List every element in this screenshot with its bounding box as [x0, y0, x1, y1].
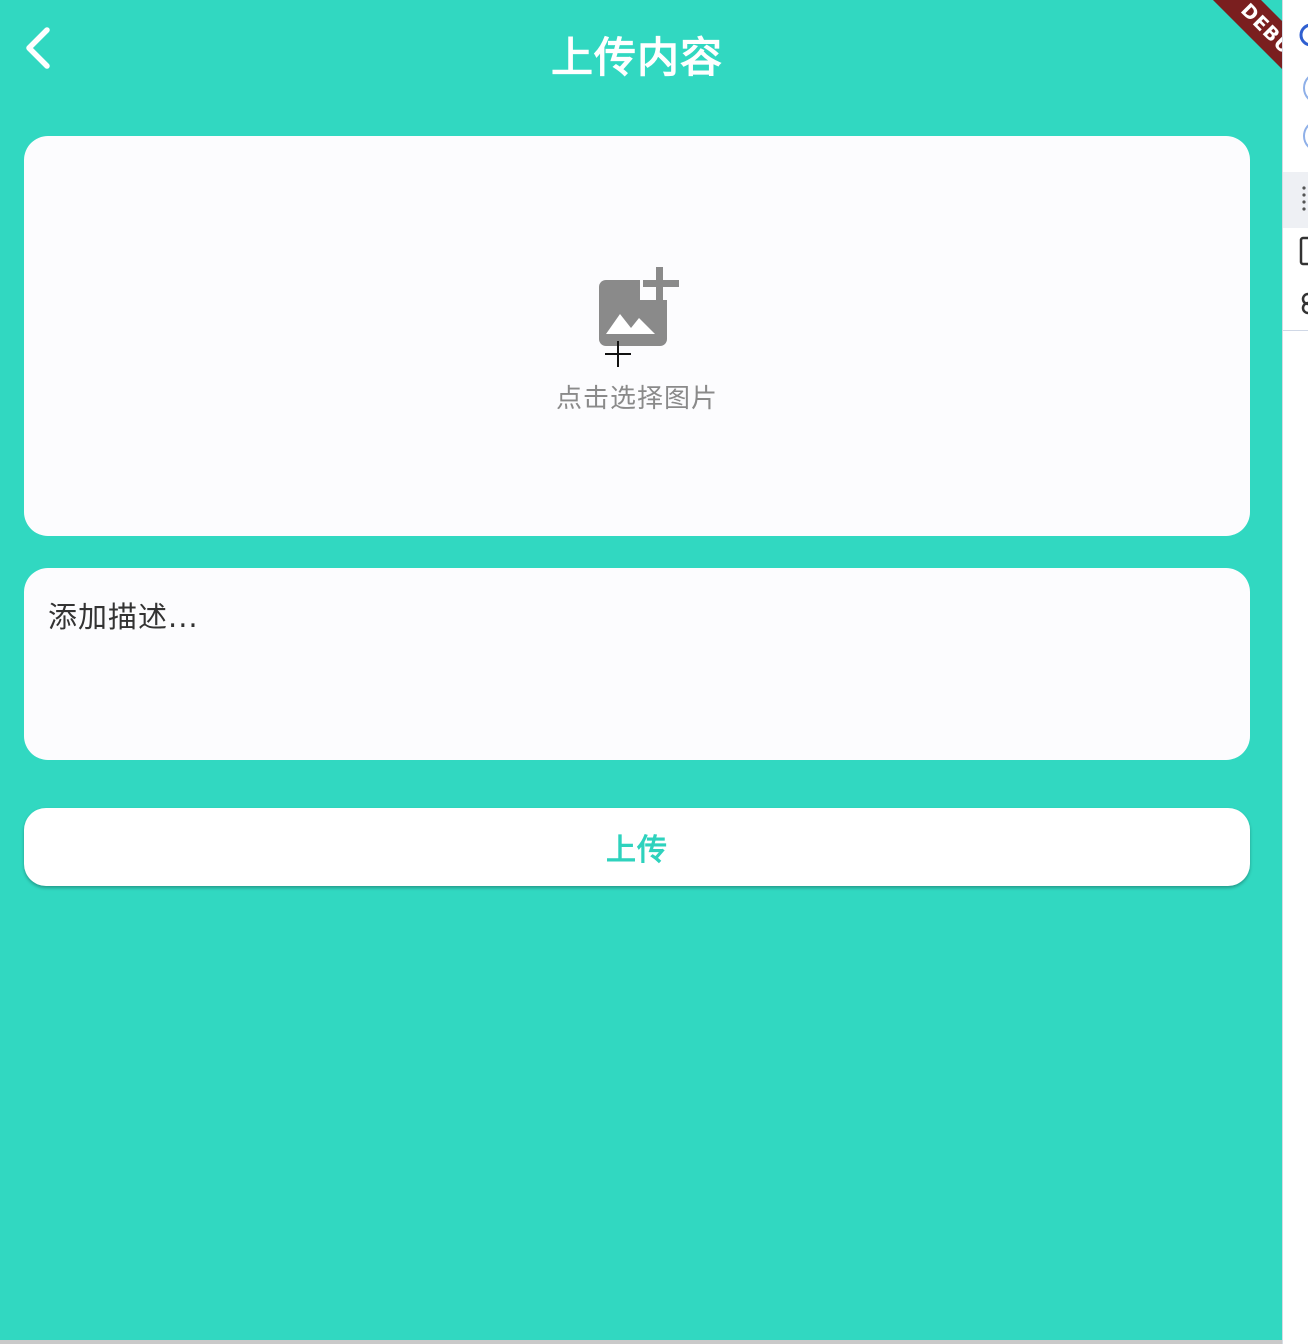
page-title: 上传内容	[550, 33, 723, 82]
screen-bottom-edge	[0, 1340, 1282, 1344]
upload-button-label: 上传	[606, 833, 668, 868]
description-card	[24, 568, 1250, 760]
image-picker-hint: 点击选择图片	[555, 384, 718, 414]
devtools-side-strip	[1282, 0, 1308, 1344]
drag-handle-icon[interactable]	[1301, 184, 1307, 214]
description-input[interactable]	[48, 594, 1218, 744]
app-screen: 上传内容 DEBUG 点击选择图片 上传	[0, 0, 1282, 1340]
devtools-separator	[1283, 330, 1308, 331]
upload-button[interactable]: 上传	[24, 808, 1250, 886]
radio-icon[interactable]	[1303, 70, 1308, 106]
app-bar: 上传内容	[0, 0, 1282, 104]
radio-icon[interactable]	[1299, 20, 1308, 50]
debug-banner: DEBUG	[1142, 0, 1282, 140]
cursor-crosshair-icon	[605, 341, 631, 367]
link-icon[interactable]	[1299, 290, 1308, 316]
debug-label: DEBUG	[1189, 0, 1282, 118]
add-photo-icon	[599, 264, 682, 346]
panel-icon[interactable]	[1299, 236, 1308, 266]
radio-icon[interactable]	[1303, 118, 1308, 154]
